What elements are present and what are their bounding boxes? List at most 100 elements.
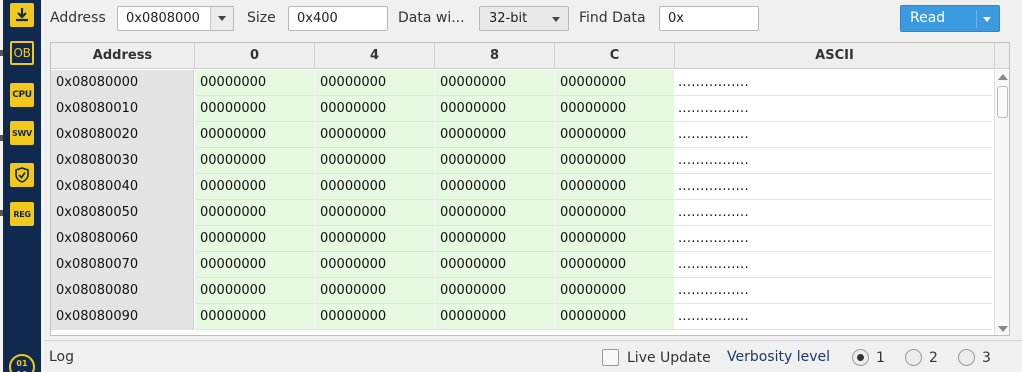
cpu-label: CPU xyxy=(12,90,32,100)
scroll-up-icon[interactable] xyxy=(998,74,1008,80)
cell-col-0[interactable]: 00000000 xyxy=(195,278,315,304)
cell-col-8[interactable]: 00000000 xyxy=(435,304,555,330)
find-data-label: Find Data xyxy=(579,10,646,26)
column-header-0[interactable]: 0 xyxy=(195,43,315,69)
chevron-down-icon xyxy=(218,16,226,21)
download-arrow-icon xyxy=(16,8,28,22)
log-label[interactable]: Log xyxy=(49,349,74,365)
cell-ascii: ................ xyxy=(674,96,992,122)
cell-address: 0x08080080 xyxy=(51,278,194,304)
register-icon[interactable]: REG xyxy=(10,202,34,226)
cell-col-8[interactable]: 00000000 xyxy=(435,226,555,252)
size-input[interactable]: 0x400 xyxy=(288,6,388,31)
column-header-c[interactable]: C xyxy=(555,43,675,69)
cell-col-c[interactable]: 00000000 xyxy=(555,96,675,122)
cell-address: 0x08080000 xyxy=(51,70,194,96)
cell-col-4[interactable]: 00000000 xyxy=(315,252,435,278)
cell-col-0[interactable]: 00000000 xyxy=(195,70,315,96)
address-input[interactable]: 0x0808000 xyxy=(117,6,214,31)
cell-col-0[interactable]: 00000000 xyxy=(195,226,315,252)
cell-col-0[interactable]: 00000000 xyxy=(195,96,315,122)
verbosity-radio-2[interactable] xyxy=(905,349,922,366)
read-button[interactable]: Read xyxy=(900,5,1000,32)
table-header: Address 0 4 8 C ASCII xyxy=(51,43,1009,69)
verbosity-radio-3[interactable] xyxy=(958,349,975,366)
cell-col-0[interactable]: 00000000 xyxy=(195,252,315,278)
cell-address: 0x08080070 xyxy=(51,252,194,278)
cell-col-8[interactable]: 00000000 xyxy=(435,148,555,174)
cell-col-8[interactable]: 00000000 xyxy=(435,278,555,304)
cell-col-4[interactable]: 00000000 xyxy=(315,278,435,304)
column-header-8[interactable]: 8 xyxy=(435,43,555,69)
cell-col-c[interactable]: 00000000 xyxy=(555,148,675,174)
cell-address: 0x08080090 xyxy=(51,304,194,330)
cell-col-8[interactable]: 00000000 xyxy=(435,252,555,278)
cell-col-4[interactable]: 00000000 xyxy=(315,70,435,96)
cell-address: 0x08080050 xyxy=(51,200,194,226)
cell-col-4[interactable]: 00000000 xyxy=(315,122,435,148)
cell-col-4[interactable]: 00000000 xyxy=(315,304,435,330)
cell-col-c[interactable]: 00000000 xyxy=(555,304,675,330)
data-width-select[interactable]: 32-bit xyxy=(479,6,569,31)
verbosity-radio-1[interactable] xyxy=(852,349,869,366)
verbosity-option-1[interactable]: 1 xyxy=(876,350,885,366)
cell-ascii: ................ xyxy=(674,122,992,148)
table-row: 0x08080080 00000000 00000000 00000000 000000… xyxy=(51,278,994,304)
column-header-ascii[interactable]: ASCII xyxy=(675,43,995,69)
cell-col-8[interactable]: 00000000 xyxy=(435,200,555,226)
option-bytes-label: OB xyxy=(13,46,31,60)
table-row: 0x08080030 00000000 00000000 00000000 000000… xyxy=(51,148,994,174)
cell-ascii: ................ xyxy=(674,278,992,304)
cell-col-8[interactable]: 00000000 xyxy=(435,70,555,96)
address-label: Address xyxy=(50,10,106,26)
size-label: Size xyxy=(247,10,276,26)
download-icon[interactable] xyxy=(10,3,34,27)
option-bytes-icon[interactable]: OB xyxy=(10,41,34,65)
cell-col-c[interactable]: 00000000 xyxy=(555,200,675,226)
cell-ascii: ................ xyxy=(674,304,992,330)
verbosity-option-2[interactable]: 2 xyxy=(929,350,938,366)
cell-address: 0x08080020 xyxy=(51,122,194,148)
cell-col-c[interactable]: 00000000 xyxy=(555,122,675,148)
chevron-down-icon[interactable] xyxy=(983,17,991,22)
cell-col-0[interactable]: 00000000 xyxy=(195,304,315,330)
cell-col-4[interactable]: 00000000 xyxy=(315,148,435,174)
cpu-icon[interactable]: CPU xyxy=(10,83,34,107)
cell-col-8[interactable]: 00000000 xyxy=(435,122,555,148)
cell-col-4[interactable]: 00000000 xyxy=(315,226,435,252)
cell-ascii: ................ xyxy=(674,70,992,96)
cell-col-8[interactable]: 00000000 xyxy=(435,174,555,200)
cell-address: 0x08080010 xyxy=(51,96,194,122)
vertical-scrollbar[interactable] xyxy=(994,70,1009,335)
live-update-label[interactable]: Live Update xyxy=(627,350,711,366)
cell-col-0[interactable]: 00000000 xyxy=(195,200,315,226)
cell-col-0[interactable]: 00000000 xyxy=(195,148,315,174)
verbosity-option-3[interactable]: 3 xyxy=(982,350,991,366)
cell-ascii: ................ xyxy=(674,226,992,252)
cell-col-4[interactable]: 00000000 xyxy=(315,174,435,200)
scroll-down-icon[interactable] xyxy=(998,326,1008,332)
cell-col-c[interactable]: 00000000 xyxy=(555,278,675,304)
register-label: REG xyxy=(13,209,31,219)
verbosity-level-label: Verbosity level xyxy=(727,349,831,365)
cell-col-c[interactable]: 00000000 xyxy=(555,252,675,278)
cell-col-c[interactable]: 00000000 xyxy=(555,70,675,96)
cell-col-c[interactable]: 00000000 xyxy=(555,226,675,252)
cell-col-0[interactable]: 00000000 xyxy=(195,174,315,200)
column-header-4[interactable]: 4 xyxy=(315,43,435,69)
find-data-input[interactable]: 0x xyxy=(659,6,759,31)
shield-icon[interactable] xyxy=(10,163,34,187)
cell-col-c[interactable]: 00000000 xyxy=(555,174,675,200)
log-bar: Log Live Update Verbosity level 1 2 3 xyxy=(44,340,1022,372)
table-row: 0x08080060 00000000 00000000 00000000 000000… xyxy=(51,226,994,252)
table-row: 0x08080090 00000000 00000000 00000000 000000… xyxy=(51,304,994,330)
live-update-checkbox[interactable] xyxy=(602,349,619,366)
swv-icon[interactable]: SWV xyxy=(10,121,34,145)
cell-col-8[interactable]: 00000000 xyxy=(435,96,555,122)
address-dropdown-button[interactable] xyxy=(210,6,234,31)
cell-col-4[interactable]: 00000000 xyxy=(315,200,435,226)
cell-col-0[interactable]: 00000000 xyxy=(195,122,315,148)
scrollbar-thumb[interactable] xyxy=(997,86,1008,118)
column-header-address[interactable]: Address xyxy=(51,43,195,69)
cell-col-4[interactable]: 00000000 xyxy=(315,96,435,122)
